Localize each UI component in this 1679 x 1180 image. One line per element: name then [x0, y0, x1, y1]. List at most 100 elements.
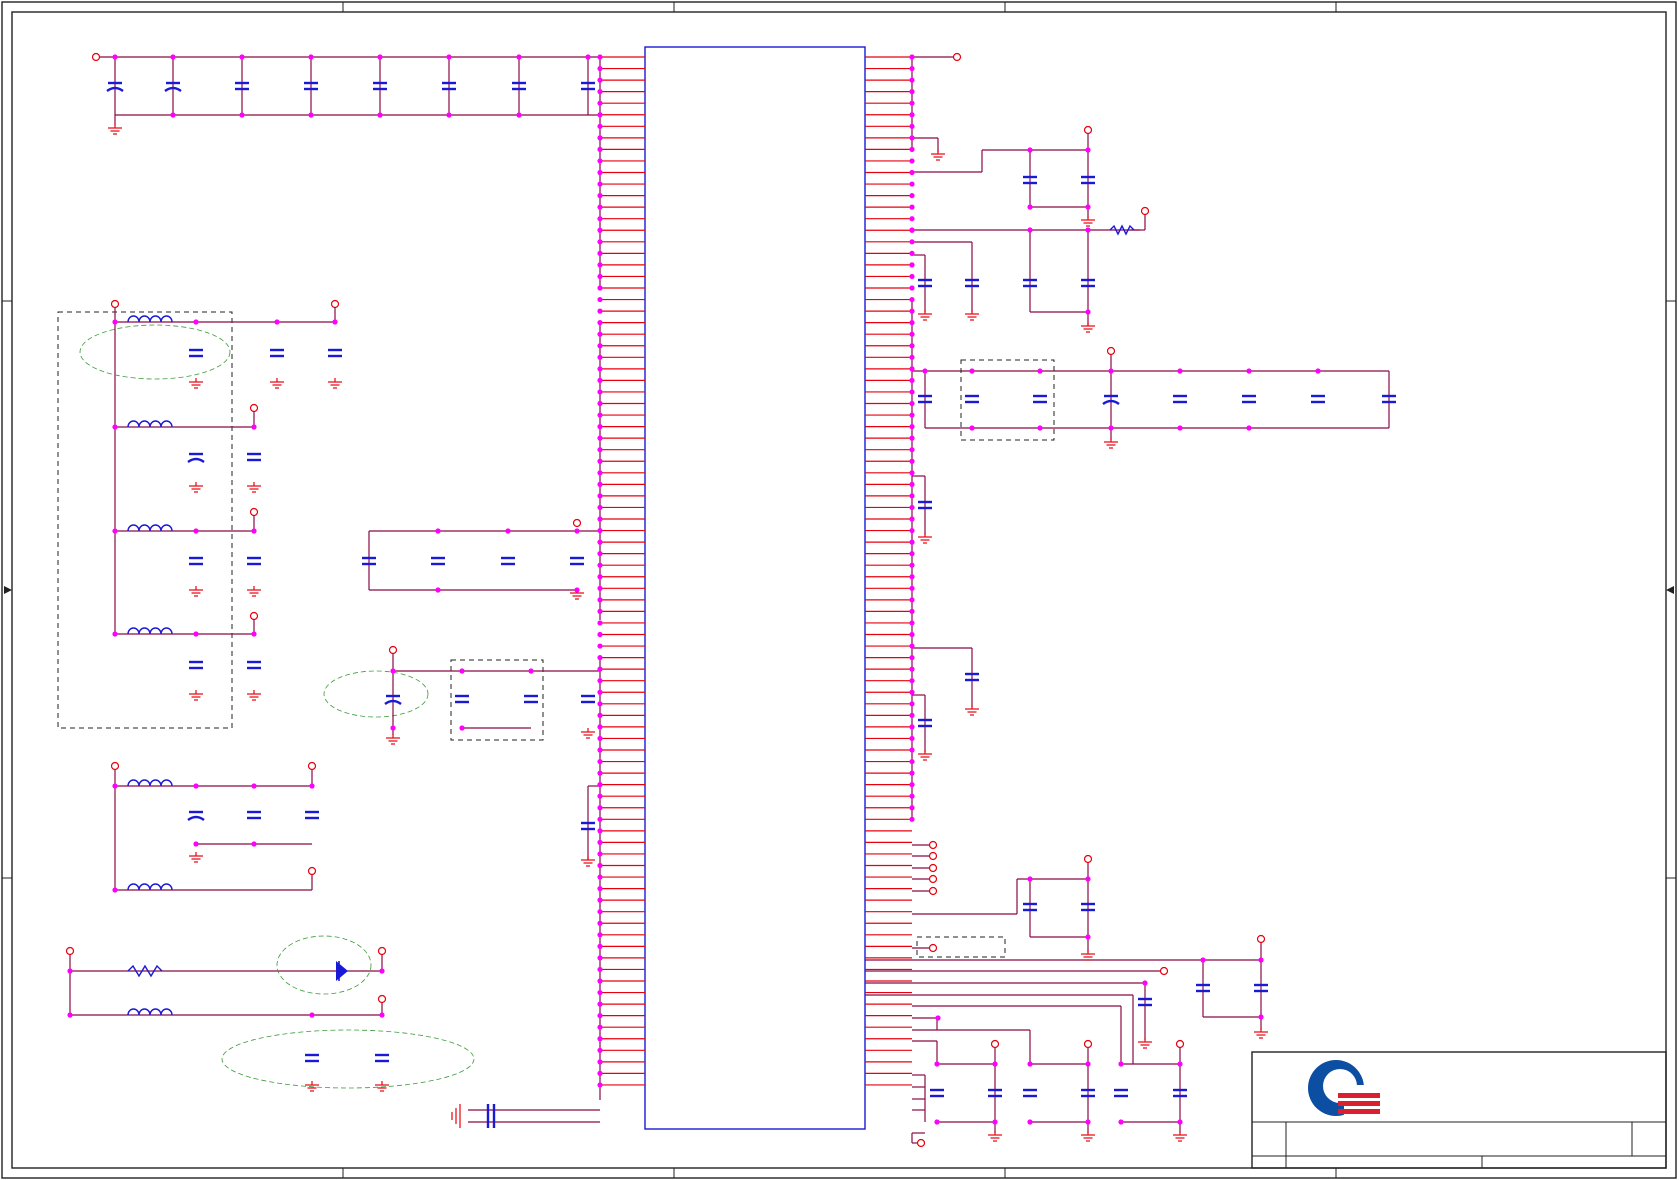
junction-dot	[597, 828, 603, 834]
junction-dot	[992, 1061, 998, 1067]
capacitor	[930, 1088, 944, 1098]
bottom-left-inductors	[110, 761, 317, 891]
inductor	[127, 779, 173, 787]
junction-dot	[909, 574, 915, 580]
junction-dot	[597, 146, 603, 152]
ground-symbol	[247, 482, 261, 493]
junction-dot	[597, 874, 603, 880]
junction-dot	[597, 551, 603, 557]
junction-dot	[1177, 1119, 1183, 1125]
ground-symbol	[1138, 1038, 1152, 1049]
ground-symbol	[189, 482, 203, 493]
ground-symbol	[247, 586, 261, 597]
junction-dot	[909, 377, 915, 383]
junction-dot	[597, 747, 603, 753]
junction-dot	[251, 783, 257, 789]
junction-dot	[909, 758, 915, 765]
junction-dot	[909, 770, 915, 776]
junction-dot	[909, 793, 915, 799]
junction-dot	[909, 747, 915, 753]
port-mid-left	[572, 518, 582, 528]
junction-dot	[516, 54, 522, 60]
bottom-coupling-caps	[451, 1104, 600, 1128]
main-ic-body	[644, 46, 866, 1130]
junction-dot	[597, 320, 603, 326]
junction-dot	[909, 447, 915, 453]
junction-dot	[909, 112, 915, 118]
junction-dot	[597, 782, 603, 788]
port-filter-out-4	[249, 611, 259, 621]
junction-dot	[597, 1082, 603, 1088]
port-ind-out	[377, 994, 387, 1004]
port-cap-bank	[1106, 346, 1116, 356]
junction-dot	[1085, 147, 1091, 153]
junction-dot	[597, 909, 603, 915]
ground-symbol	[305, 1081, 319, 1092]
junction-dot	[597, 793, 603, 799]
port-filter-in	[110, 299, 120, 309]
junction-dot	[1085, 876, 1091, 882]
junction-dot	[597, 1059, 603, 1065]
ground-symbol	[918, 310, 932, 321]
junction-dot	[112, 424, 118, 430]
junction-dot	[597, 1013, 603, 1019]
junction-dot	[934, 1119, 940, 1125]
junction-dot	[239, 112, 245, 118]
junction-dot	[1027, 204, 1033, 210]
ground-symbol	[1081, 216, 1095, 227]
junction-dot	[909, 135, 915, 141]
junction-dot	[597, 424, 603, 430]
ground-symbol	[1081, 1131, 1095, 1142]
junction-dot	[909, 123, 915, 129]
capacitor	[375, 1053, 389, 1063]
junction-dot	[597, 562, 603, 568]
junction-dot	[597, 135, 603, 141]
junction-dot	[909, 735, 915, 742]
port-rl-13	[916, 1138, 926, 1148]
junction-dot	[1108, 368, 1114, 374]
junction-dot	[597, 816, 603, 822]
port-diode-out	[377, 946, 387, 956]
capacitor	[1023, 1088, 1037, 1098]
junction-dot	[909, 701, 915, 707]
junction-dot	[597, 608, 603, 615]
ground-symbol	[375, 1081, 389, 1092]
junction-dot	[193, 528, 199, 534]
junction-dot	[332, 319, 338, 325]
capacitor-symbols	[106, 81, 1396, 1098]
junction-dot	[922, 368, 928, 374]
junction-dot	[909, 389, 915, 395]
junction-dot	[909, 308, 915, 314]
junction-dot	[528, 668, 534, 674]
junction-dot	[597, 805, 603, 811]
junction-dot	[909, 631, 915, 638]
junction-dot	[909, 597, 915, 603]
junction-dot	[1085, 934, 1091, 940]
ground-symbol	[189, 586, 203, 597]
junction-dot	[112, 528, 118, 534]
junction-dot	[251, 528, 257, 534]
junction-dot	[909, 296, 915, 303]
capacitor	[247, 556, 261, 566]
ground-symbol	[1254, 1028, 1268, 1039]
capacitor	[305, 810, 319, 820]
junction-dot	[934, 1061, 940, 1067]
junction-dot	[1027, 876, 1033, 882]
junction-dot	[969, 368, 975, 374]
junction-dot	[909, 608, 915, 615]
capacitor	[305, 1053, 319, 1063]
junction-dot	[909, 481, 915, 487]
junction-dot	[909, 158, 915, 164]
port-right-2	[1140, 206, 1150, 216]
inductor	[127, 627, 173, 635]
junction-dot	[597, 689, 603, 695]
junction-dot	[597, 886, 603, 892]
junction-dot	[597, 770, 603, 776]
junction-dot	[251, 841, 257, 847]
junction-dot	[1037, 368, 1043, 374]
junction-dot	[1118, 1119, 1124, 1125]
junction-dot	[597, 966, 603, 973]
junction-dot	[909, 539, 915, 545]
junction-dot	[909, 782, 915, 788]
junction-dot	[909, 354, 915, 360]
